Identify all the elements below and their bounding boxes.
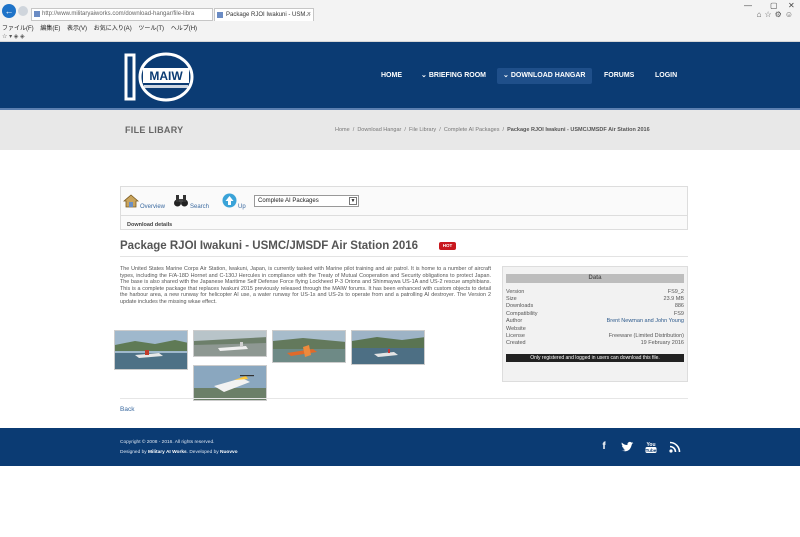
browser-chrome: ← http://www.militaryaiworks.com/downloa… bbox=[0, 0, 800, 42]
toolbar-icons: ⌂☆⚙☺ bbox=[757, 10, 796, 19]
screenshot-thumbnail[interactable] bbox=[351, 330, 425, 365]
divider bbox=[120, 256, 688, 257]
divider bbox=[120, 398, 688, 399]
breadcrumb: Home / Download Hangar / File Library / … bbox=[335, 127, 650, 133]
category-select[interactable]: Complete AI Packages ▼ bbox=[254, 195, 359, 207]
breadcrumb-file-library[interactable]: File Library bbox=[409, 127, 436, 133]
data-row-downloads: Downloads 886 bbox=[506, 303, 684, 309]
screenshot-thumbnail[interactable] bbox=[114, 330, 188, 370]
breadcrumb-home[interactable]: Home bbox=[335, 127, 350, 133]
chevron-down-icon: ⌄ bbox=[503, 72, 509, 79]
menu-help[interactable]: ヘルプ(H) bbox=[171, 26, 197, 32]
forward-arrow-icon[interactable] bbox=[18, 6, 28, 16]
svg-text:Tube: Tube bbox=[646, 448, 657, 453]
data-row-license: License Freeware (Limited Distribution) bbox=[506, 333, 684, 339]
data-row-version: Version FS9_2 bbox=[506, 289, 684, 295]
chevron-down-icon[interactable]: ▼ bbox=[349, 197, 357, 205]
nav-login[interactable]: LOGIN bbox=[655, 68, 677, 84]
hot-badge: HOT bbox=[439, 242, 456, 250]
developed-by-link[interactable]: Nuovvo bbox=[220, 450, 238, 455]
chevron-down-icon: ⌄ bbox=[421, 72, 427, 79]
menu-bar: ファイル(F) 編集(E) 表示(V) お気に入り(A) ツール(T) ヘルプ(… bbox=[2, 23, 202, 32]
up-link[interactable]: Up bbox=[238, 204, 246, 210]
screenshot-thumbnail[interactable] bbox=[193, 365, 267, 401]
download-restriction-note: Only registered and logged in users can … bbox=[506, 354, 684, 362]
facebook-icon[interactable]: f bbox=[597, 440, 611, 454]
menu-favorites[interactable]: お気に入り(A) bbox=[94, 26, 132, 32]
url-text: http://www.militaryaiworks.com/download-… bbox=[42, 11, 195, 17]
add-favorite-icon[interactable]: ☆ bbox=[2, 34, 7, 40]
package-description: The United States Marine Corps Air Stati… bbox=[120, 266, 491, 305]
gear-icon[interactable]: ⚙ bbox=[775, 10, 785, 19]
browser-tab[interactable]: Package RJOI Iwakuni - USM... × bbox=[214, 8, 314, 21]
rss-icon[interactable] bbox=[668, 440, 682, 454]
minimize-icon[interactable]: — bbox=[744, 1, 752, 10]
page-title: FILE LIBARY bbox=[125, 125, 184, 135]
menu-edit[interactable]: 編集(E) bbox=[40, 26, 60, 32]
up-arrow-icon[interactable] bbox=[222, 193, 237, 208]
suggested-sites-icon[interactable]: ◈ bbox=[14, 34, 19, 40]
divider bbox=[120, 215, 688, 216]
screenshot-thumbnail[interactable] bbox=[193, 330, 267, 357]
nav-forums[interactable]: FORUMS bbox=[604, 68, 634, 84]
window-close-icon[interactable]: ✕ bbox=[788, 1, 795, 10]
nav-briefing-room[interactable]: ⌄ BRIEFING ROOM bbox=[421, 68, 486, 84]
close-icon[interactable]: × bbox=[307, 9, 311, 21]
star-icon[interactable]: ☆ bbox=[764, 10, 774, 19]
search-link[interactable]: Search bbox=[190, 204, 209, 210]
dropdown-icon[interactable]: ▾ bbox=[9, 34, 12, 40]
category-select-value: Complete AI Packages bbox=[258, 198, 319, 204]
screenshot-thumbnail[interactable] bbox=[272, 330, 346, 363]
data-row-compatibility: Compatibility FS9 bbox=[506, 311, 684, 317]
twitter-icon[interactable] bbox=[620, 440, 634, 454]
screenshot-image bbox=[194, 331, 266, 356]
screenshot-image bbox=[352, 331, 424, 364]
data-row-created: Created 19 February 2016 bbox=[506, 340, 684, 346]
screenshot-image bbox=[115, 331, 187, 369]
maiw-logo[interactable]: MAIW bbox=[120, 49, 196, 105]
back-link[interactable]: Back bbox=[120, 406, 134, 413]
tab-favicon-icon bbox=[217, 12, 223, 18]
author-link[interactable]: Brent Newman and John Young bbox=[607, 318, 684, 325]
screenshot-image bbox=[194, 366, 266, 400]
menu-view[interactable]: 表示(V) bbox=[67, 26, 87, 32]
data-row-website: Website bbox=[506, 326, 526, 332]
svg-text:MAIW: MAIW bbox=[149, 69, 183, 83]
data-heading: Data bbox=[506, 274, 684, 283]
address-bar[interactable]: http://www.militaryaiworks.com/download-… bbox=[31, 8, 213, 21]
copyright-text: Copyright © 2008 - 2016. All rights rese… bbox=[120, 440, 215, 445]
breadcrumb-complete-ai-packages[interactable]: Complete AI Packages bbox=[444, 127, 500, 133]
breadcrumb-download-hangar[interactable]: Download Hangar bbox=[357, 127, 401, 133]
designed-by-link[interactable]: Military AI Works bbox=[148, 450, 187, 455]
web-slice-icon[interactable]: ◈ bbox=[20, 34, 25, 40]
menu-tools[interactable]: ツール(T) bbox=[138, 26, 164, 32]
data-row-author: Author Brent Newman and John Young bbox=[506, 318, 684, 325]
download-details-heading: Download details bbox=[127, 222, 173, 228]
smiley-icon[interactable]: ☺ bbox=[785, 10, 796, 19]
package-title: Package RJOI Iwakuni - USMC/JMSDF Air St… bbox=[120, 240, 419, 252]
back-arrow-icon[interactable]: ← bbox=[2, 4, 16, 18]
maximize-icon[interactable]: ▢ bbox=[770, 1, 778, 10]
favorites-bar: ☆ ▾ ◈ ◈ bbox=[2, 33, 25, 40]
menu-file[interactable]: ファイル(F) bbox=[2, 26, 34, 32]
data-row-size: Size 23.9 MB bbox=[506, 296, 684, 302]
nav-download-hangar[interactable]: ⌄ DOWNLOAD HANGAR bbox=[497, 68, 592, 84]
designed-by-text: Designed by Military AI Works. Developed… bbox=[120, 450, 238, 455]
overview-link[interactable]: Overview bbox=[140, 204, 165, 210]
binoculars-icon[interactable] bbox=[173, 193, 189, 209]
nav-home[interactable]: HOME bbox=[381, 68, 402, 84]
youtube-icon[interactable]: You Tube bbox=[644, 440, 658, 454]
breadcrumb-current: Package RJOI Iwakuni - USMC/JMSDF Air St… bbox=[507, 127, 650, 133]
favicon-icon bbox=[34, 11, 40, 17]
tab-title: Package RJOI Iwakuni - USM... bbox=[226, 12, 311, 18]
screenshot-image bbox=[273, 331, 345, 362]
overview-icon[interactable] bbox=[123, 193, 139, 209]
